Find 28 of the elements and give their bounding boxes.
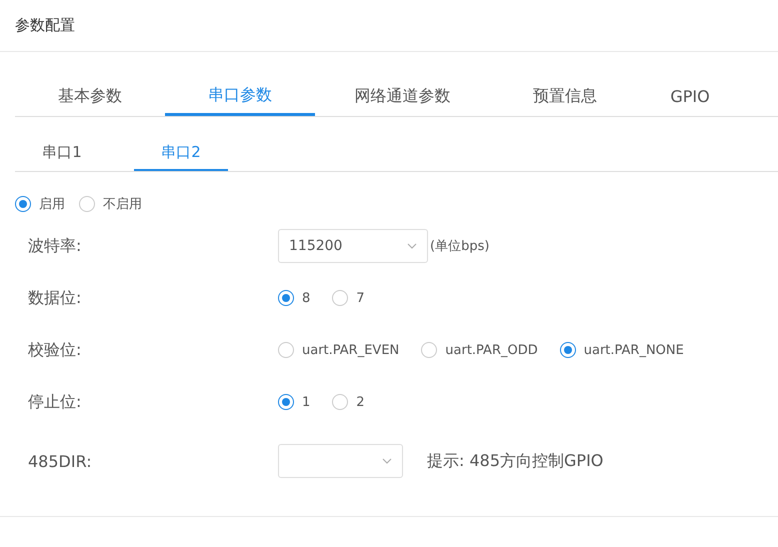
page-title: 参数配置: [15, 16, 75, 35]
caret-icon: [382, 458, 392, 464]
sub-tab[interactable]: 串口1: [15, 135, 109, 171]
tab[interactable]: GPIO: [640, 78, 740, 116]
unit-label: (单位bps): [430, 238, 490, 255]
radio-option[interactable]: uart.PAR_NONE: [560, 342, 684, 358]
radio-option[interactable]: 启用: [15, 195, 65, 213]
radio-option[interactable]: 1: [278, 394, 310, 410]
tab[interactable]: 串口参数: [165, 78, 315, 116]
tab[interactable]: 网络通道参数: [315, 78, 490, 116]
field-label: 校验位:: [27, 340, 82, 360]
radio-option[interactable]: 7: [332, 290, 365, 306]
radio-option[interactable]: uart.PAR_ODD: [421, 342, 538, 358]
tab[interactable]: 预置信息: [490, 78, 640, 116]
field-label: 波特率:: [27, 236, 82, 256]
radio-option[interactable]: 8: [278, 290, 310, 306]
tab[interactable]: 基本参数: [15, 78, 165, 116]
field-label: 数据位:: [27, 288, 82, 308]
radio-option[interactable]: uart.PAR_EVEN: [278, 342, 400, 358]
hint-text: 提示: 485方向控制GPIO: [427, 450, 604, 472]
field-label: 485DIR:: [27, 452, 93, 470]
caret-icon: [407, 243, 417, 249]
field-label: 停止位:: [27, 392, 82, 412]
sub-tab[interactable]: 串口2: [134, 135, 228, 171]
radio-option[interactable]: 2: [332, 394, 365, 410]
select-field[interactable]: 115200: [278, 229, 428, 263]
select-field[interactable]: [278, 444, 403, 478]
radio-option[interactable]: 不启用: [79, 195, 142, 213]
